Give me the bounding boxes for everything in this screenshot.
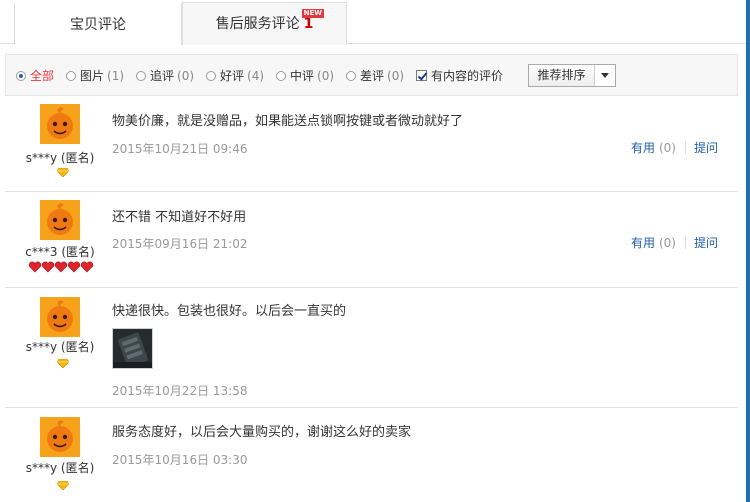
review-filter-bar: 全部 图片 (1) 追评 (0) 好评 (4) 中评 (0) 差评 (0) 有内容的评价 … bbox=[5, 54, 738, 96]
filter-label: 好评 bbox=[220, 69, 245, 83]
avatar bbox=[40, 297, 80, 337]
useful-button[interactable]: 有用 bbox=[631, 234, 655, 251]
radio-icon[interactable] bbox=[346, 70, 356, 81]
filter-label: 中评 bbox=[290, 69, 315, 83]
useful-button[interactable]: 有用 bbox=[631, 139, 655, 156]
tab-item-reviews[interactable]: 宝贝评论 bbox=[14, 2, 182, 45]
rank-diamond-icon bbox=[5, 481, 120, 490]
filter-label: 追评 bbox=[150, 69, 175, 83]
review-item: s***y (匿名) 服务态度好，以后会大量购买的，谢谢这么好的卖家 2015年… bbox=[5, 409, 738, 502]
filter-with-content[interactable]: 有内容的评价 bbox=[416, 67, 503, 84]
reply-button[interactable]: 提问 bbox=[694, 234, 718, 251]
divider bbox=[684, 141, 686, 154]
review-username: s***y (匿名) bbox=[25, 461, 95, 475]
useful-count: (0) bbox=[658, 235, 676, 250]
chevron-down-icon[interactable] bbox=[595, 65, 615, 86]
window-edge bbox=[746, 0, 750, 502]
filter-count: (4) bbox=[247, 68, 265, 83]
filter-label: 有内容的评价 bbox=[431, 69, 504, 83]
rank-diamond-icon bbox=[5, 359, 120, 368]
checkbox-icon[interactable] bbox=[416, 70, 427, 81]
filter-count: (0) bbox=[387, 68, 405, 83]
divider bbox=[684, 236, 686, 249]
review-tabs: 宝贝评论 售后服务评论 1 NEW bbox=[0, 0, 746, 45]
review-item: c***3 (匿名) 还不错 不知道好不好用 2015年09月16日 21:02… bbox=[5, 193, 738, 288]
filter-label: 差评 bbox=[360, 69, 385, 83]
review-date: 2015年10月21日 09:46 bbox=[112, 142, 248, 156]
avatar bbox=[40, 417, 80, 457]
filter-bad[interactable]: 差评 (0) bbox=[346, 67, 404, 84]
filter-all[interactable]: 全部 bbox=[16, 67, 54, 84]
review-actions: 有用 (0) 提问 bbox=[631, 139, 718, 156]
review-content: 快递很快。包装也很好。以后会一直买的 bbox=[112, 304, 347, 319]
sort-label: 推荐排序 bbox=[529, 65, 595, 86]
filter-neutral[interactable]: 中评 (0) bbox=[276, 67, 334, 84]
radio-icon[interactable] bbox=[66, 70, 76, 81]
filter-label: 图片 bbox=[80, 69, 105, 83]
review-username: s***y (匿名) bbox=[25, 151, 95, 165]
review-photo-thumbnail[interactable] bbox=[112, 328, 153, 369]
review-actions: 有用 (0) 提问 bbox=[631, 234, 718, 251]
filter-label: 全部 bbox=[30, 69, 55, 83]
review-date: 2015年09月16日 21:02 bbox=[112, 237, 248, 251]
filter-good[interactable]: 好评 (4) bbox=[206, 67, 264, 84]
review-content: 服务态度好，以后会大量购买的，谢谢这么好的卖家 bbox=[112, 425, 412, 440]
review-item: s***y (匿名) 物美价廉，就是没赠品，如果能送点锁啊按键或者微动就好了 2… bbox=[5, 97, 738, 192]
avatar bbox=[40, 104, 80, 144]
rank-hearts-icon bbox=[5, 261, 120, 273]
radio-icon[interactable] bbox=[276, 70, 286, 81]
review-item: s***y (匿名) 快递很快。包装也很好。以后会一直买的 2015年10月22… bbox=[5, 289, 738, 408]
radio-icon[interactable] bbox=[136, 70, 146, 81]
filter-count: (0) bbox=[177, 68, 195, 83]
review-username: c***3 (匿名) bbox=[25, 245, 95, 259]
review-date: 2015年10月16日 03:30 bbox=[112, 453, 248, 467]
tab-label: 售后服务评论 bbox=[215, 16, 300, 32]
filter-count: (1) bbox=[107, 68, 125, 83]
useful-count: (0) bbox=[658, 140, 676, 155]
tab-label: 宝贝评论 bbox=[70, 17, 126, 33]
avatar bbox=[40, 200, 80, 240]
review-date: 2015年10月22日 13:58 bbox=[112, 384, 248, 398]
radio-icon[interactable] bbox=[206, 70, 216, 81]
tab-after-sales-reviews[interactable]: 售后服务评论 1 NEW bbox=[182, 2, 347, 45]
radio-icon[interactable] bbox=[16, 70, 26, 81]
new-badge: NEW bbox=[301, 9, 324, 18]
tab-count: 1 bbox=[303, 16, 314, 32]
reply-button[interactable]: 提问 bbox=[694, 139, 718, 156]
rank-diamond-icon bbox=[5, 168, 120, 177]
review-content: 还不错 不知道好不好用 bbox=[112, 210, 247, 225]
review-username: s***y (匿名) bbox=[25, 340, 95, 354]
filter-count: (0) bbox=[317, 68, 335, 83]
filter-followup[interactable]: 追评 (0) bbox=[136, 67, 194, 84]
sort-dropdown[interactable]: 推荐排序 bbox=[528, 64, 616, 87]
filter-images[interactable]: 图片 (1) bbox=[66, 67, 124, 84]
review-content: 物美价廉，就是没赠品，如果能送点锁啊按键或者微动就好了 bbox=[112, 114, 464, 129]
